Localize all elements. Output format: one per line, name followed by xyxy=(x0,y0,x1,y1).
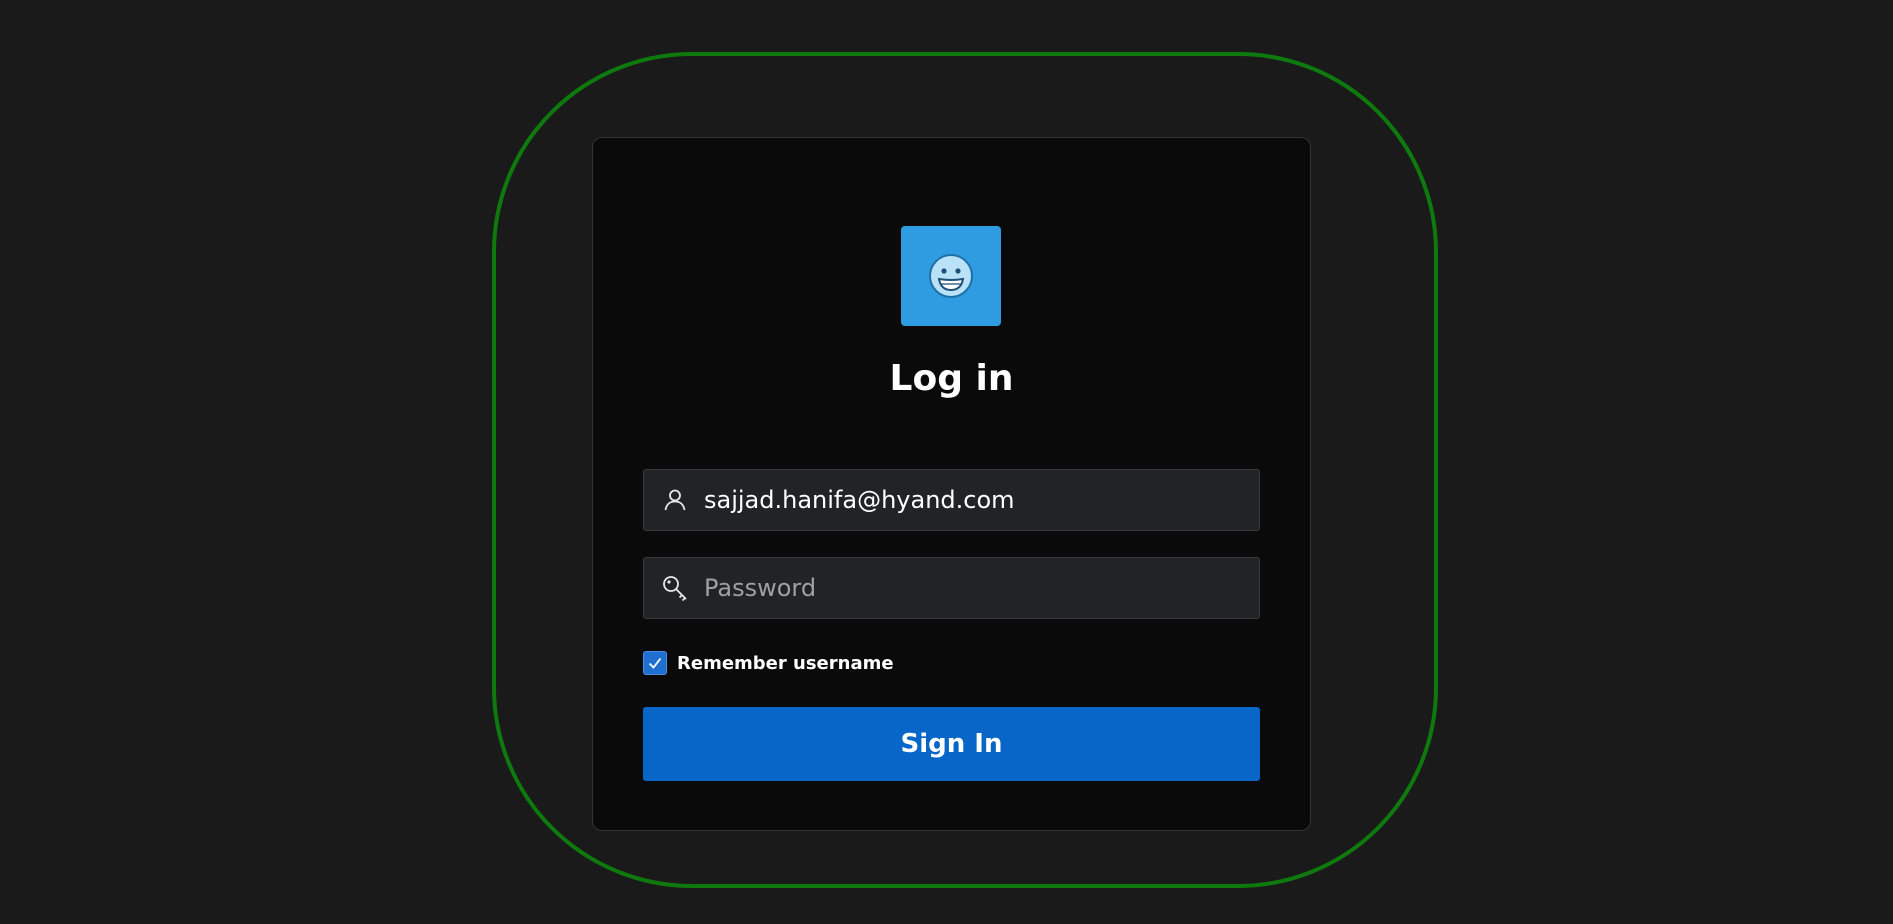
user-icon xyxy=(660,485,690,515)
username-field[interactable] xyxy=(643,469,1260,531)
key-icon xyxy=(660,573,690,603)
login-card: Log in sajjad.hanifa@hyand.com Remember … xyxy=(592,137,1311,831)
remember-checkbox[interactable] xyxy=(643,651,667,675)
app-logo xyxy=(901,226,1001,326)
username-input[interactable] xyxy=(704,486,1247,514)
password-field[interactable] xyxy=(643,557,1260,619)
checkmark-icon xyxy=(648,657,662,669)
page-title: Log in xyxy=(889,358,1014,399)
smiley-face-icon xyxy=(929,254,973,298)
password-input[interactable] xyxy=(704,574,1247,602)
remember-label: Remember username xyxy=(677,652,894,674)
sign-in-button[interactable]: Sign In xyxy=(643,707,1260,781)
remember-username[interactable]: Remember username xyxy=(643,651,894,675)
login-page: Log in sajjad.hanifa@hyand.com Remember … xyxy=(0,0,1893,924)
